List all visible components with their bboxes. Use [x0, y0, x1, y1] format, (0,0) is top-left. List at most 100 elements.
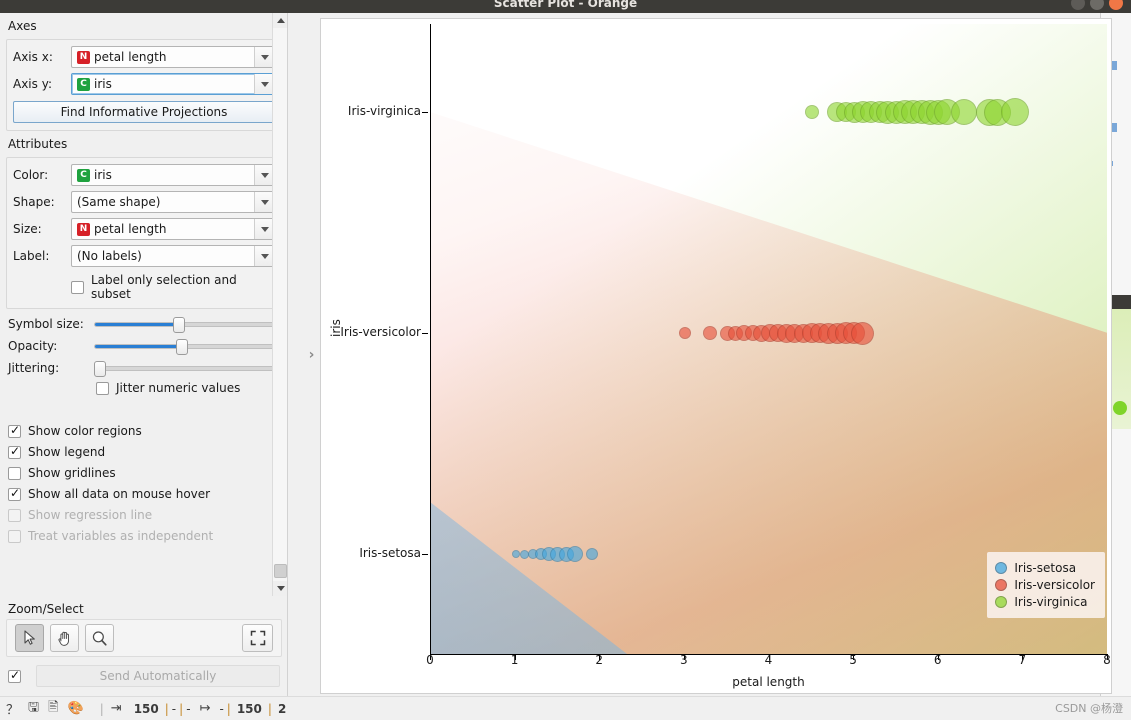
- control-panel-scroll-content: Axes Axis x: N petal length Axis y: C ir…: [0, 13, 287, 596]
- show-gridlines-label: Show gridlines: [28, 466, 116, 480]
- chevron-down-icon[interactable]: [254, 74, 274, 94]
- zoom-tool-button[interactable]: [85, 624, 114, 652]
- hand-icon: [58, 631, 69, 646]
- display-options-list: Show color regions Show legend Show grid…: [0, 413, 287, 543]
- opacity-slider[interactable]: [94, 338, 278, 355]
- label-only-selection-checkbox[interactable]: [71, 280, 84, 294]
- find-informative-projections-button[interactable]: Find Informative Projections: [13, 101, 275, 123]
- select-tool-button[interactable]: [15, 624, 44, 652]
- legend-item[interactable]: Iris-setosa: [995, 561, 1095, 575]
- chevron-down-icon[interactable]: [254, 192, 274, 212]
- legend-item[interactable]: Iris-virginica: [995, 595, 1095, 609]
- data-point[interactable]: [804, 105, 819, 119]
- axis-y-label: Axis y:: [13, 77, 52, 91]
- data-point[interactable]: [1000, 98, 1029, 126]
- maximize-button[interactable]: [1090, 0, 1104, 10]
- pan-tool-button[interactable]: [50, 624, 79, 652]
- label-combo[interactable]: (No labels): [71, 245, 275, 267]
- show-regression-line-checkbox: [8, 508, 21, 522]
- save-icon[interactable]: 🖫: [28, 698, 39, 720]
- label-only-selection-row[interactable]: Label only selection and subset: [13, 273, 275, 301]
- show-legend-checkbox[interactable]: [8, 444, 21, 459]
- chevron-down-icon[interactable]: [254, 165, 274, 185]
- jittering-label: Jittering:: [8, 361, 60, 375]
- plot-legend: Iris-setosa Iris-versicolor Iris-virginica: [987, 552, 1105, 618]
- x-axis-tick-label: 2: [595, 653, 604, 667]
- data-point[interactable]: [951, 99, 978, 125]
- input-icon: ⇥: [110, 701, 122, 716]
- jittering-slider[interactable]: [94, 360, 278, 377]
- show-all-data-on-hover-checkbox[interactable]: [8, 486, 21, 501]
- axis-x-row: Axis x: N petal length: [13, 46, 275, 68]
- jitter-numeric-row[interactable]: Jitter numeric values: [0, 381, 287, 395]
- send-automatically-row: Send Automatically: [8, 665, 280, 687]
- axes-section-title: Axes: [8, 19, 37, 33]
- x-axis-tick-label: 3: [680, 653, 688, 667]
- chevron-down-icon[interactable]: [254, 246, 274, 266]
- opacity-handle[interactable]: [176, 338, 189, 355]
- x-axis-tick-label: 8: [1103, 653, 1111, 667]
- label-value: (No labels): [77, 249, 142, 263]
- close-button[interactable]: [1109, 0, 1123, 10]
- palette-icon[interactable]: 🎨: [68, 701, 84, 716]
- reset-zoom-button[interactable]: [242, 624, 273, 652]
- color-combo[interactable]: C iris: [71, 164, 275, 186]
- scatter-plot[interactable]: Iris-setosa Iris-versicolor Iris-virginica…: [320, 18, 1112, 694]
- option-show-legend[interactable]: Show legend: [8, 444, 287, 459]
- legend-label: Iris-versicolor: [1014, 578, 1095, 592]
- legend-label: Iris-virginica: [1014, 595, 1088, 609]
- data-point[interactable]: [678, 327, 691, 339]
- axis-y-combo[interactable]: C iris: [71, 73, 275, 95]
- minimize-button[interactable]: [1071, 0, 1085, 10]
- label-label: Label:: [13, 249, 50, 263]
- show-color-regions-checkbox[interactable]: [8, 423, 21, 438]
- data-point[interactable]: [566, 546, 583, 562]
- option-show-regression-line: Show regression line: [8, 508, 287, 522]
- axis-y-row: Axis y: C iris: [13, 73, 275, 95]
- report-icon[interactable]: 🖹: [48, 698, 58, 720]
- status-divider: |: [99, 701, 104, 716]
- attributes-section-title: Attributes: [8, 137, 68, 151]
- jittering-row: Jittering:: [0, 360, 287, 377]
- jittering-handle[interactable]: [94, 360, 106, 377]
- legend-color-swatch: [995, 579, 1008, 591]
- window-title: Scatter Plot - Orange: [493, 0, 638, 10]
- help-icon[interactable]: ？: [6, 699, 19, 718]
- chevron-down-icon[interactable]: [254, 47, 274, 67]
- option-show-gridlines[interactable]: Show gridlines: [8, 466, 287, 480]
- cursor-icon: [24, 630, 35, 645]
- jitter-numeric-checkbox[interactable]: [96, 381, 109, 395]
- show-gridlines-checkbox[interactable]: [8, 466, 21, 480]
- option-show-all-data-on-hover[interactable]: Show all data on mouse hover: [8, 486, 287, 501]
- color-row: Color: C iris: [13, 164, 275, 186]
- axis-x-combo[interactable]: N petal length: [71, 46, 275, 68]
- attributes-box: Color: C iris Shape: (Same shape) Size: …: [6, 157, 282, 309]
- legend-item[interactable]: Iris-versicolor: [995, 578, 1095, 592]
- scroll-down-icon[interactable]: [273, 581, 287, 596]
- treat-variables-independent-checkbox: [8, 529, 21, 543]
- scroll-up-icon[interactable]: [273, 13, 287, 28]
- x-axis-tick-label: 6: [933, 653, 942, 667]
- input-dash-1: -: [171, 701, 177, 716]
- data-point[interactable]: [585, 548, 598, 560]
- x-axis-tick-label: 0: [426, 653, 434, 667]
- fit-icon: [250, 630, 265, 646]
- symbol-size-handle[interactable]: [172, 316, 185, 333]
- y-axis-tick-label: Iris-versicolor: [340, 325, 421, 339]
- window-titlebar: Scatter Plot - Orange: [0, 0, 1131, 13]
- send-automatically-button[interactable]: Send Automatically: [36, 665, 280, 687]
- shape-row: Shape: (Same shape): [13, 191, 275, 213]
- panel-collapse-handle[interactable]: ›: [304, 330, 319, 380]
- data-point[interactable]: [851, 321, 875, 345]
- shape-value: (Same shape): [77, 195, 161, 209]
- symbol-size-slider[interactable]: [94, 316, 278, 333]
- data-point[interactable]: [511, 550, 520, 558]
- panel-scrollbar[interactable]: [272, 13, 287, 596]
- option-show-color-regions[interactable]: Show color regions: [8, 423, 287, 438]
- shape-combo[interactable]: (Same shape): [71, 191, 275, 213]
- send-automatically-checkbox[interactable]: [8, 668, 21, 683]
- scrollbar-thumb[interactable]: [274, 564, 287, 578]
- zoom-select-toolbar: [6, 619, 282, 657]
- size-combo[interactable]: N petal length: [71, 218, 275, 240]
- chevron-down-icon[interactable]: [254, 219, 274, 239]
